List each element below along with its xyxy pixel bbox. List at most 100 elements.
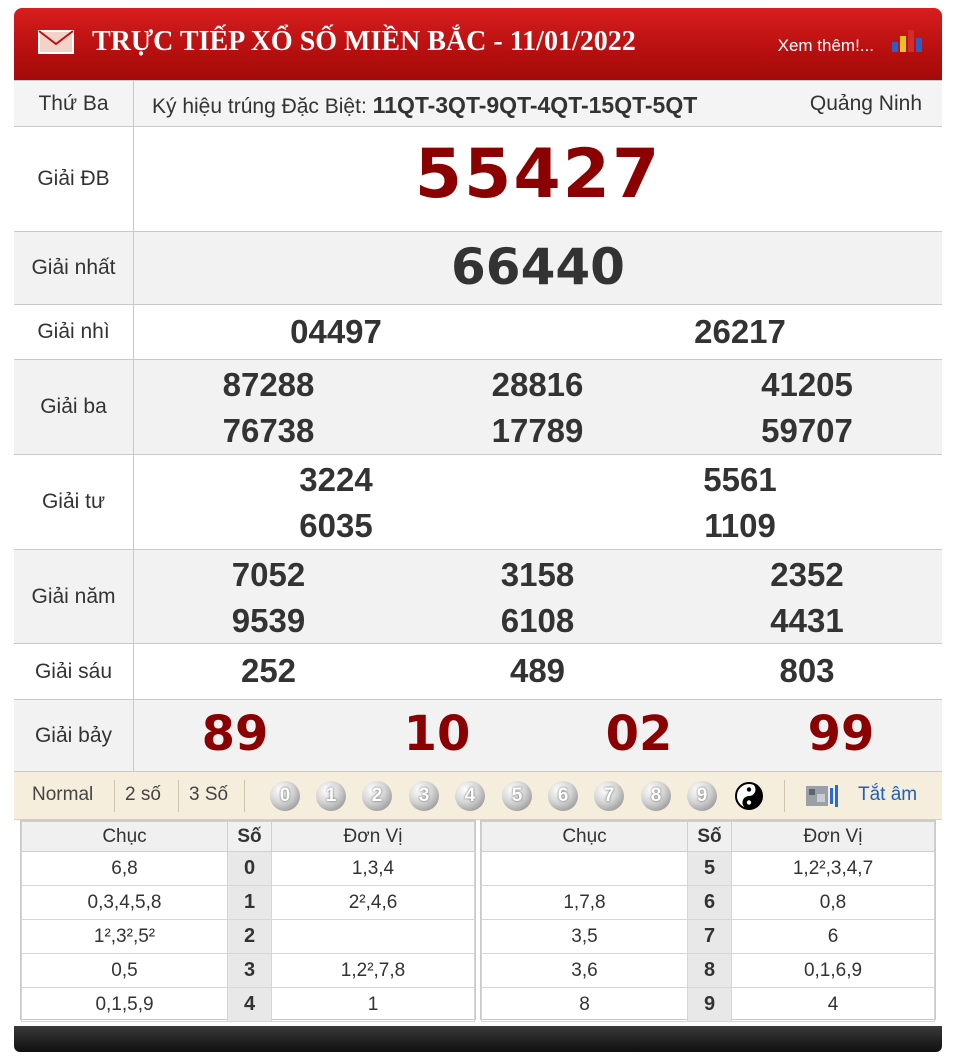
divider xyxy=(178,780,179,812)
prize-row-g4: Giải tư 3224 5561 6035 1109 xyxy=(14,455,942,550)
so-cell: 1 xyxy=(227,885,272,920)
chuc-cell: 0,1,5,9 xyxy=(21,987,228,1022)
prize-label: Giải tư xyxy=(14,455,134,549)
display-toolbar: Normal 2 số 3 Số 0 1 2 3 4 5 6 7 8 9 Tắt… xyxy=(14,772,942,820)
don-vi-cell: 4 xyxy=(731,987,935,1022)
footer-bar xyxy=(14,1026,942,1052)
chuc-cell xyxy=(481,851,688,886)
mode-normal-button[interactable]: Normal xyxy=(32,784,93,806)
prize-number: 28816 xyxy=(491,366,584,403)
don-vi-cell: 6 xyxy=(731,919,935,954)
digit-ball-1[interactable]: 1 xyxy=(316,781,346,811)
prize-number: 89 xyxy=(201,706,269,762)
prize-number: 5561 xyxy=(703,461,777,498)
prize-number: 803 xyxy=(779,652,835,689)
table-row: 5 1,2²,3,4,7 xyxy=(481,851,935,886)
prize-number: 41205 xyxy=(761,366,853,403)
chuc-cell: 1²,3²,5² xyxy=(21,919,228,954)
prize-row-g5: Giải năm 7052 3158 2352 9539 6108 4431 xyxy=(14,550,942,644)
prize-number: 2352 xyxy=(770,556,844,593)
prize-number: 04497 xyxy=(290,313,382,350)
so-cell: 0 xyxy=(227,851,272,886)
prize-row-g7: Giải bảy 89 10 02 99 xyxy=(14,700,942,772)
mute-sound-link[interactable]: Tắt âm xyxy=(858,784,917,806)
table-row: 0,5 3 1,2²,7,8 xyxy=(21,953,475,988)
special-symbol-label: Ký hiệu trúng Đặc Biệt: xyxy=(152,95,367,118)
prize-number: 26217 xyxy=(694,313,786,350)
prize-label: Giải nhất xyxy=(14,232,134,304)
digit-ball-2[interactable]: 2 xyxy=(362,781,392,811)
prize-number: 1109 xyxy=(704,507,776,544)
don-vi-cell: 1 xyxy=(271,987,475,1022)
chuc-cell: 8 xyxy=(481,987,688,1022)
prize-number: 6035 xyxy=(299,507,373,544)
don-vi-cell: 2²,4,6 xyxy=(271,885,475,920)
digit-ball-4[interactable]: 4 xyxy=(455,781,485,811)
header-so: Số xyxy=(227,821,272,852)
header-bar: TRỰC TIẾP XỔ SỐ MIỀN BẮC - 11/01/2022 Xe… xyxy=(14,8,942,80)
prize-number: 9539 xyxy=(231,602,306,639)
yin-yang-icon[interactable] xyxy=(734,781,764,811)
so-cell: 6 xyxy=(687,885,732,920)
divider xyxy=(784,780,785,812)
chuc-cell: 3,6 xyxy=(481,953,688,988)
digit-ball-3[interactable]: 3 xyxy=(409,781,439,811)
header-don-vi: Đơn Vị xyxy=(731,821,935,852)
digit-ball-0[interactable]: 0 xyxy=(270,781,300,811)
chuc-cell: 6,8 xyxy=(21,851,228,886)
table-row: 1²,3²,5² 2 xyxy=(21,919,475,954)
chuc-cell: 1,7,8 xyxy=(481,885,688,920)
prize-row-db: Giải ĐB 55427 xyxy=(14,127,942,232)
so-cell: 3 xyxy=(227,953,272,988)
chuc-cell: 0,3,4,5,8 xyxy=(21,885,228,920)
info-row: Thứ Ba Ký hiệu trúng Đặc Biệt: 11QT-3QT-… xyxy=(14,80,942,127)
speaker-mute-icon[interactable] xyxy=(804,782,842,810)
table-row: 3,5 7 6 xyxy=(481,919,935,954)
so-cell: 4 xyxy=(227,987,272,1022)
digit-ball-8[interactable]: 8 xyxy=(641,781,671,811)
digit-ball-7[interactable]: 7 xyxy=(594,781,624,811)
prize-number: 66440 xyxy=(451,238,625,296)
so-cell: 5 xyxy=(687,851,732,886)
chuc-cell: 3,5 xyxy=(481,919,688,954)
prize-number: 87288 xyxy=(222,366,315,403)
don-vi-cell: 0,1,6,9 xyxy=(731,953,935,988)
table-row: 0,1,5,9 4 1 xyxy=(21,987,475,1022)
results-widget: TRỰC TIẾP XỔ SỐ MIỀN BẮC - 11/01/2022 Xe… xyxy=(14,8,942,1052)
header-chuc: Chục xyxy=(21,821,228,852)
don-vi-cell: 0,8 xyxy=(731,885,935,920)
prize-label: Giải sáu xyxy=(14,644,134,699)
prize-label: Giải ĐB xyxy=(14,127,134,231)
prize-number: 10 xyxy=(403,706,471,762)
digit-ball-6[interactable]: 6 xyxy=(548,781,578,811)
header-so: Số xyxy=(687,821,732,852)
special-symbol: Ký hiệu trúng Đặc Biệt: 11QT-3QT-9QT-4QT… xyxy=(152,92,697,119)
prize-number: 7052 xyxy=(231,556,306,593)
see-more-link[interactable]: Xem thêm!... xyxy=(778,36,874,56)
so-cell: 8 xyxy=(687,953,732,988)
prize-number: 76738 xyxy=(222,412,315,449)
header-don-vi: Đơn Vị xyxy=(271,821,475,852)
mode-2-digits-button[interactable]: 2 số xyxy=(125,784,161,806)
mail-icon xyxy=(38,30,74,54)
prize-number: 6108 xyxy=(500,602,575,639)
don-vi-cell: 1,2²,7,8 xyxy=(271,953,475,988)
mode-3-digits-button[interactable]: 3 Số xyxy=(189,784,228,806)
prize-number: 02 xyxy=(605,706,673,762)
page-title: TRỰC TIẾP XỔ SỐ MIỀN BẮC - 11/01/2022 xyxy=(92,26,636,57)
prize-row-g1: Giải nhất 66440 xyxy=(14,232,942,305)
digit-ball-5[interactable]: 5 xyxy=(502,781,532,811)
don-vi-cell: 1,3,4 xyxy=(271,851,475,886)
divider xyxy=(114,780,115,812)
bar-chart-icon[interactable] xyxy=(890,26,924,54)
weekday-label: Thứ Ba xyxy=(14,81,134,126)
digit-ball-9[interactable]: 9 xyxy=(687,781,717,811)
prize-number: 3158 xyxy=(500,556,575,593)
table-row: 6,8 0 1,3,4 xyxy=(21,851,475,886)
don-vi-cell: 1,2²,3,4,7 xyxy=(731,851,935,886)
prize-label: Giải bảy xyxy=(14,700,134,771)
prize-number: 17789 xyxy=(491,412,584,449)
chuc-cell: 0,5 xyxy=(21,953,228,988)
special-symbol-value: 11QT-3QT-9QT-4QT-15QT-5QT xyxy=(372,92,698,118)
loto-table-left: Chục Số Đơn Vị 6,8 0 1,3,4 0,3,4,5,8 1 2… xyxy=(20,820,476,1022)
